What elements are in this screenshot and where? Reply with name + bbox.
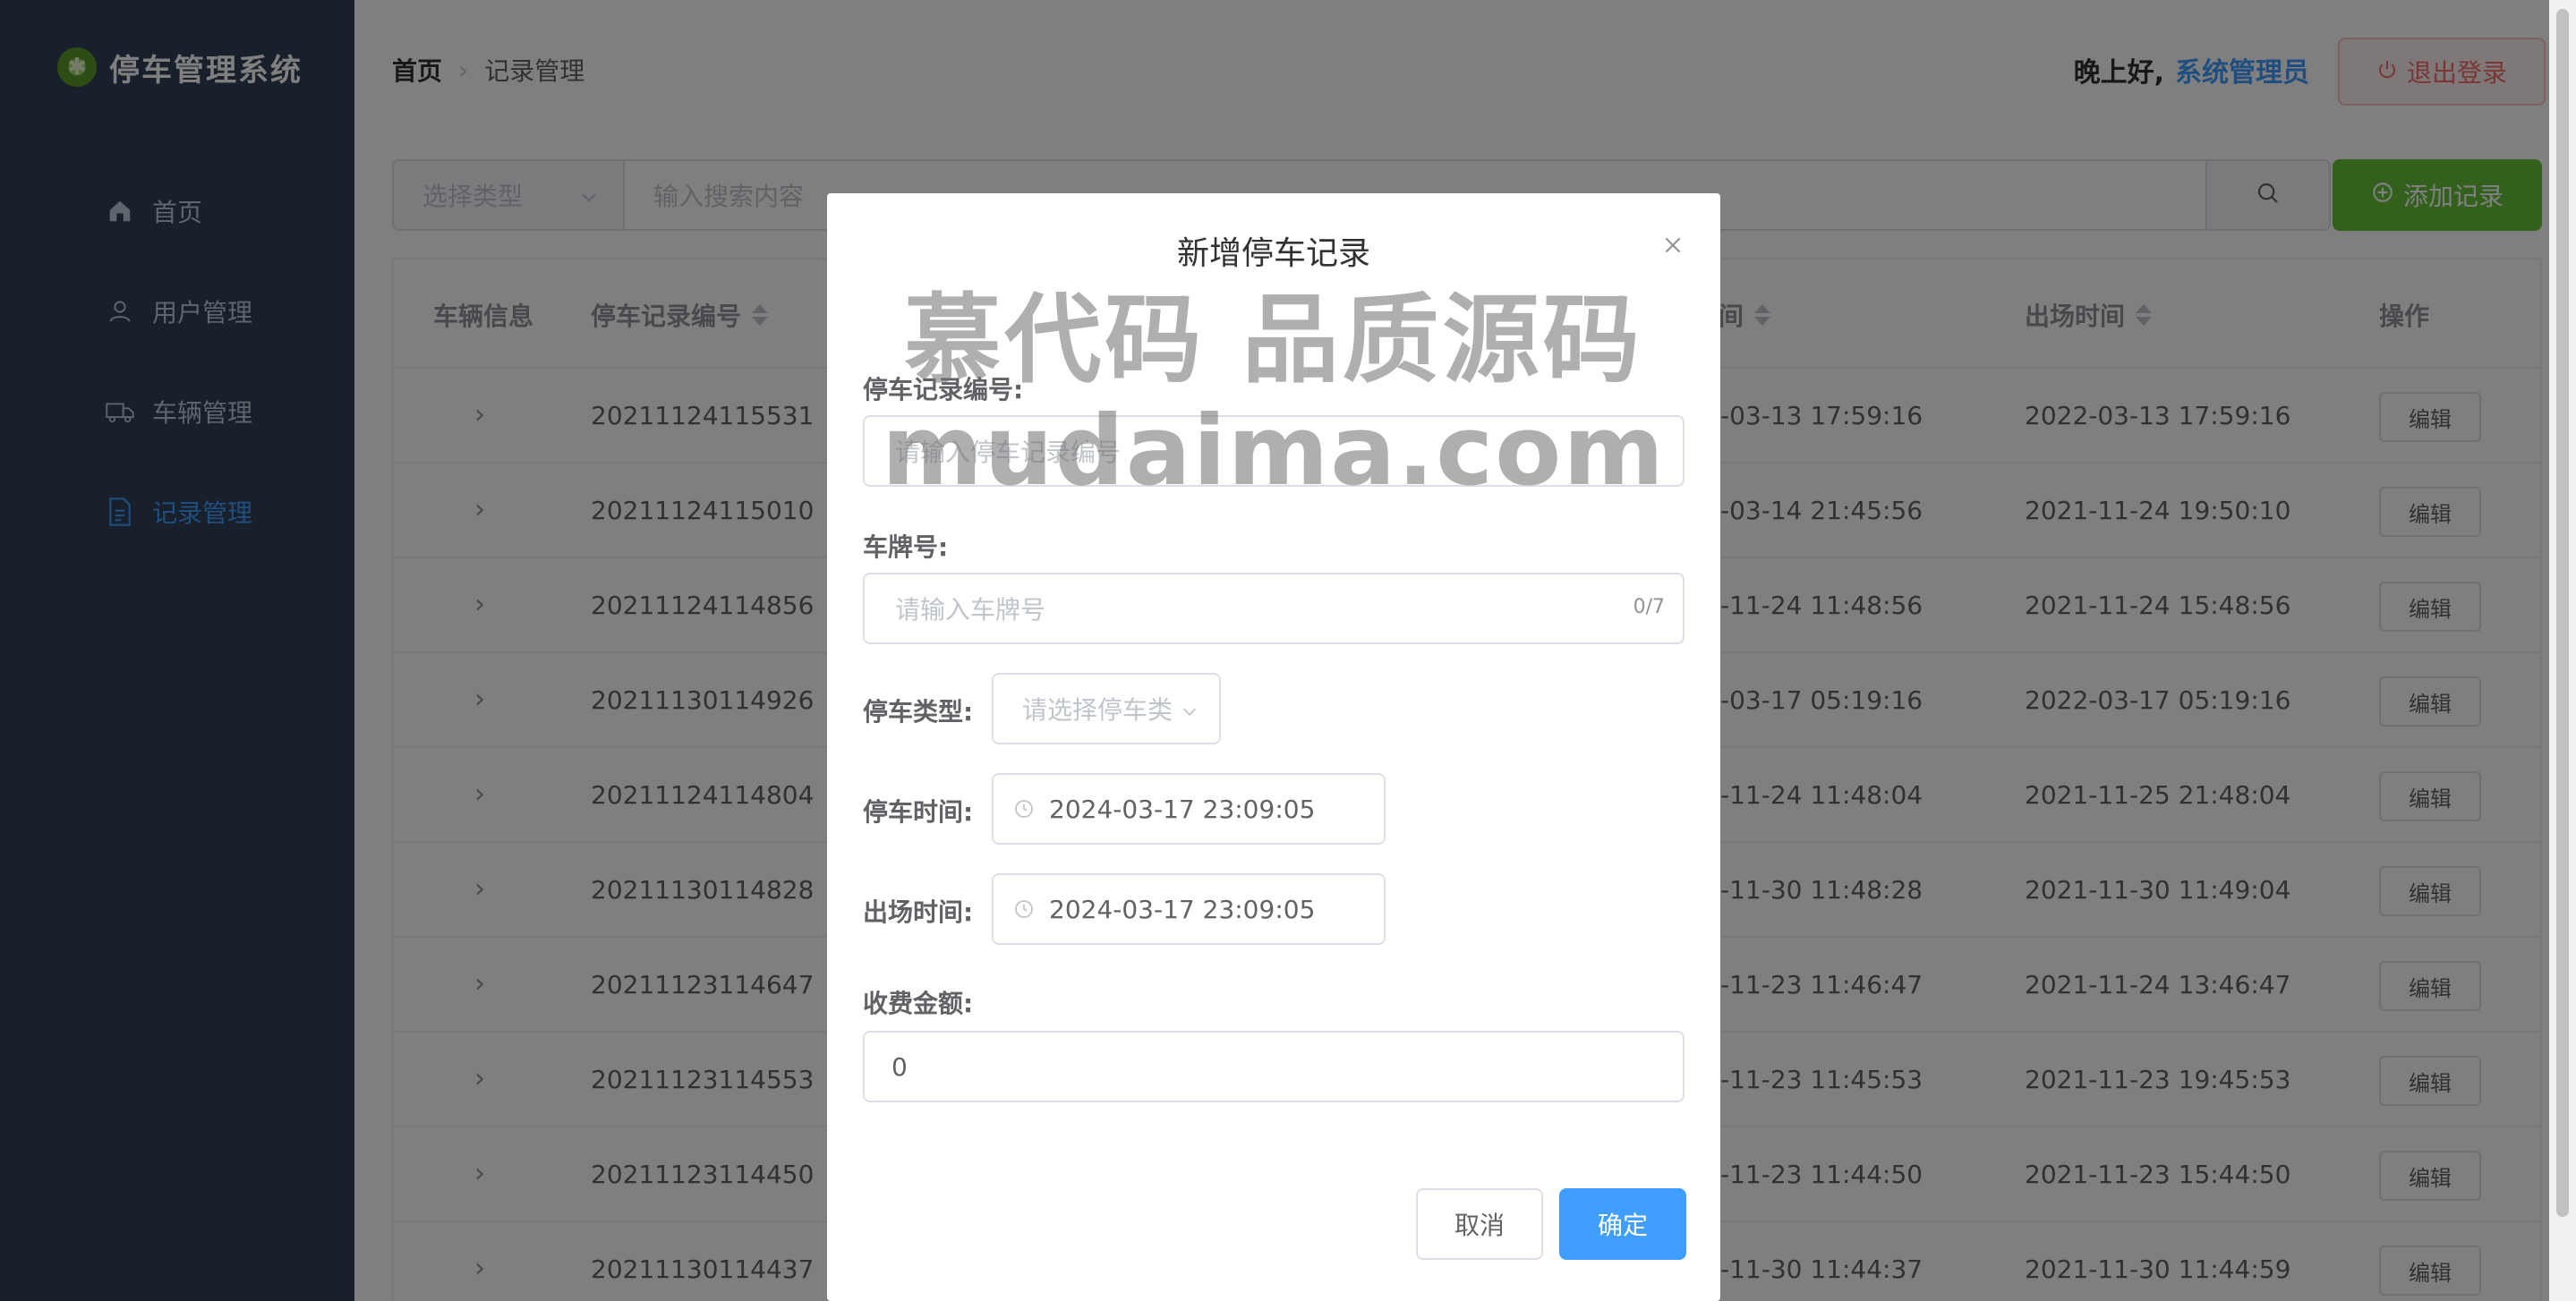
parking-type-label: 停车类型: (863, 697, 974, 727)
confirm-label: 确定 (1597, 1211, 1648, 1240)
confirm-button[interactable]: 确定 (1559, 1188, 1686, 1260)
close-icon[interactable] (1661, 231, 1685, 263)
plate-input[interactable]: 请输入车牌号 0/7 (863, 573, 1685, 644)
cancel-label: 取消 (1454, 1211, 1505, 1240)
parking-type-select[interactable]: 请选择停车类 (992, 673, 1221, 744)
plate-placeholder: 请输入车牌号 (895, 595, 1046, 625)
add-record-dialog: 新增停车记录 停车记录编号: 请输入停车记录编号 车牌号: 请输入车牌号 0/7… (827, 193, 1720, 1301)
time-in-value: 2024-03-17 23:09:05 (1049, 794, 1316, 824)
cancel-button[interactable]: 取消 (1416, 1188, 1543, 1260)
plate-label: 车牌号: (863, 532, 949, 562)
record-no-placeholder: 请输入停车记录编号 (895, 438, 1122, 467)
page-scrollbar[interactable] (2549, 0, 2576, 1301)
fee-label: 收费金额: (863, 989, 974, 1018)
parking-type-placeholder: 请选择停车类 (1022, 695, 1173, 725)
clock-icon (1013, 798, 1035, 820)
chevron-down-icon (1180, 698, 1199, 727)
time-out-picker[interactable]: 2024-03-17 23:09:05 (992, 873, 1386, 945)
time-out-value: 2024-03-17 23:09:05 (1049, 894, 1316, 924)
clock-icon (1013, 898, 1035, 920)
plate-char-counter: 0/7 (1633, 596, 1665, 618)
fee-value: 0 (891, 1051, 908, 1082)
scrollbar-thumb[interactable] (2556, 9, 2569, 1217)
fee-input[interactable]: 0 (863, 1031, 1685, 1102)
time-in-label: 停车时间: (863, 797, 974, 827)
record-no-input[interactable]: 请输入停车记录编号 (863, 415, 1685, 487)
time-in-picker[interactable]: 2024-03-17 23:09:05 (992, 773, 1386, 845)
dialog-title: 新增停车记录 (1176, 235, 1370, 272)
time-out-label: 出场时间: (863, 897, 974, 927)
record-no-label: 停车记录编号: (863, 375, 1024, 404)
